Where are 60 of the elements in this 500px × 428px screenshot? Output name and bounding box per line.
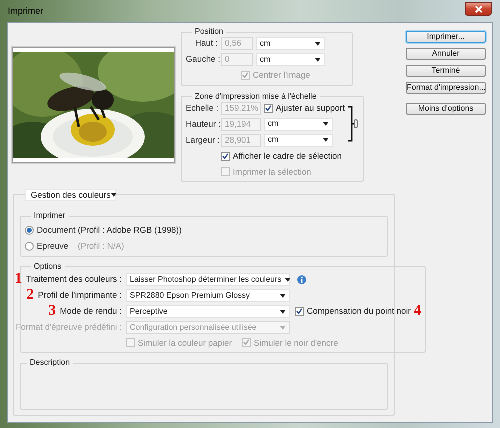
close-icon	[474, 6, 482, 12]
radio-button[interactable]	[25, 242, 34, 251]
step-number: 4	[414, 304, 422, 319]
dropdown[interactable]: Perceptive	[126, 305, 290, 318]
caret-icon	[110, 193, 117, 197]
dialog-button[interactable]: Terminé	[406, 65, 486, 77]
caret-icon	[280, 326, 286, 330]
caret-icon	[280, 294, 286, 298]
caret-icon	[315, 58, 321, 62]
caret-icon	[323, 138, 329, 142]
checkbox[interactable]	[264, 104, 273, 113]
step-number: 3	[48, 304, 56, 319]
group-title: Imprimer	[33, 211, 67, 221]
checkbox[interactable]	[295, 307, 304, 316]
caret-icon	[315, 42, 321, 46]
field-label: Haut :	[194, 37, 218, 50]
dropdown[interactable]: cm	[256, 37, 325, 50]
radio-button[interactable]	[25, 226, 34, 235]
dropdown[interactable]: SPR2880 Epson Premium Glossy	[126, 289, 290, 302]
caret-icon	[280, 310, 286, 314]
profile-text: (Profil : Adobe RGB (1998))	[78, 224, 182, 237]
checkbox-label: Compensation du point noir	[307, 305, 411, 318]
dropdown[interactable]: Laisser Photoshop déterminer les couleurs	[126, 273, 290, 286]
profile-text: (Profil : N/A)	[78, 240, 124, 252]
close-button[interactable]	[465, 2, 492, 16]
group-title: Zone d'impression mise à l'échelle	[194, 92, 318, 102]
checkbox-label: Afficher le cadre de sélection	[233, 150, 342, 162]
dialog-button[interactable]: Imprimer...	[406, 31, 486, 43]
dropdown[interactable]: Gestion des couleurs	[25, 189, 116, 201]
field-label: Hauteur :	[186, 118, 218, 131]
checkbox-label: Centrer l'image	[253, 69, 310, 82]
checkbox-label: Simuler la couleur papier	[138, 336, 232, 350]
field-label: Largeur :	[186, 134, 218, 147]
field-label: Echelle :	[186, 102, 218, 115]
field-label: Profil de l'imprimante :	[38, 289, 122, 302]
checkbox-label: Ajuster au support	[276, 102, 345, 115]
field-label: Gauche :	[186, 53, 218, 66]
group-title: Options	[33, 262, 63, 272]
caret-icon	[284, 278, 291, 282]
field-label: Traitement des couleurs :	[26, 273, 122, 286]
caret-icon	[323, 122, 329, 126]
dropdown[interactable]: cm	[264, 134, 333, 147]
dialog-button[interactable]: Annuler	[406, 48, 486, 60]
checkbox[interactable]	[221, 152, 230, 161]
checkbox-label: Imprimer la sélection	[233, 166, 312, 178]
window-title: Imprimer	[8, 5, 44, 18]
radio-label: Document	[37, 224, 75, 237]
checkbox-label: Simuler le noir d'encre	[254, 336, 338, 350]
group-title: Description	[29, 358, 72, 368]
link-bracket-icon	[346, 106, 359, 142]
dialog-button[interactable]: Moins d'options	[406, 103, 486, 115]
dialog-button[interactable]: Format d'impression...	[406, 82, 486, 94]
dropdown[interactable]: cm	[264, 118, 333, 131]
field-label: Mode de rendu :	[60, 305, 122, 318]
dropdown[interactable]: cm	[256, 53, 325, 66]
step-number: 2	[26, 288, 34, 303]
field-label: Format d'épreuve prédéfini :	[16, 321, 122, 334]
radio-label: Epreuve	[37, 240, 70, 252]
group-title: Position	[194, 27, 224, 37]
step-number: 1	[14, 272, 22, 287]
